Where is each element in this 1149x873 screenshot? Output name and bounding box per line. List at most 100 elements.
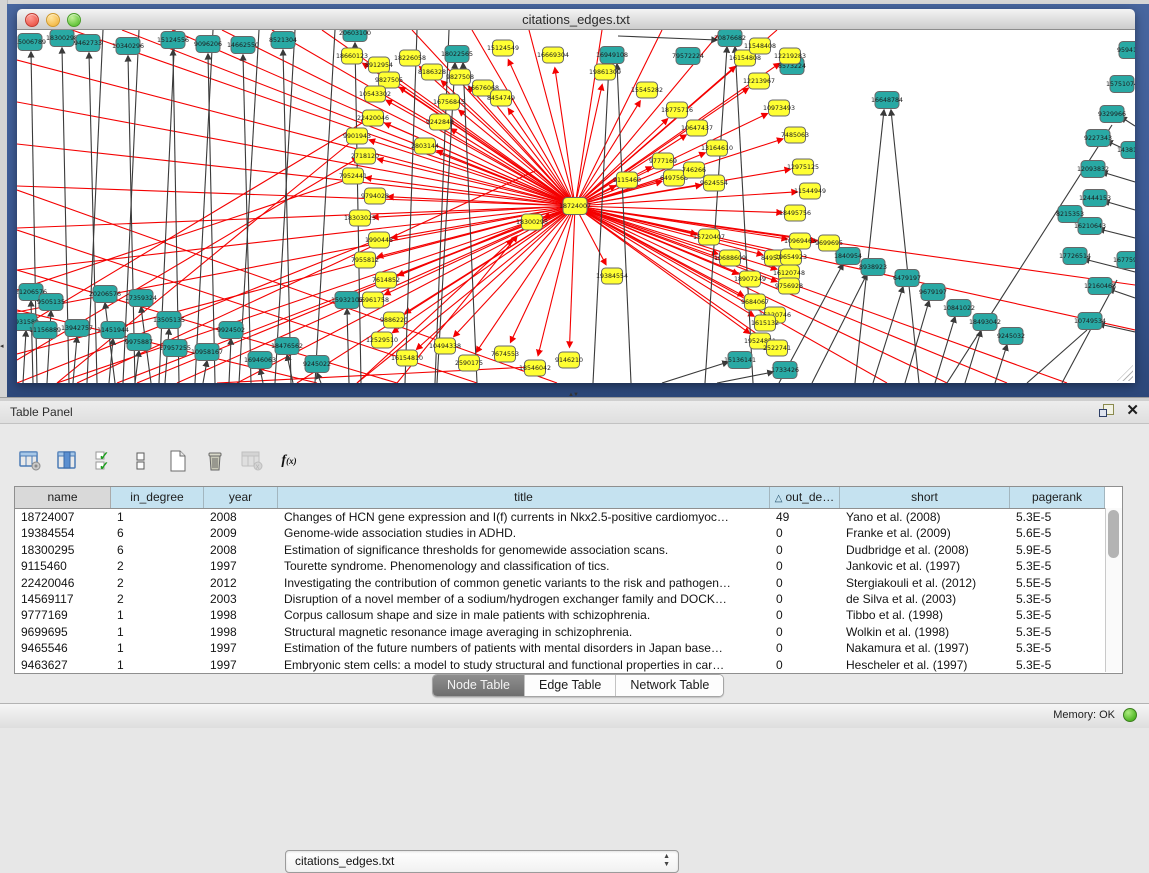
graph-node[interactable]: 15124556 xyxy=(157,32,189,49)
graph-node[interactable]: 19861309 xyxy=(589,64,621,80)
graph-node[interactable]: 14381540 xyxy=(1117,142,1135,159)
graph-node[interactable]: 1615132 xyxy=(751,315,779,331)
graph-node[interactable]: 10969463 xyxy=(784,233,816,249)
graph-node[interactable]: 10494338 xyxy=(429,338,461,354)
graph-node[interactable]: 18303025 xyxy=(344,210,376,226)
graph-node[interactable]: 9699695 xyxy=(815,235,843,251)
graph-node[interactable]: 9096206 xyxy=(194,36,222,53)
graph-node[interactable]: 16210643 xyxy=(1074,218,1106,235)
column-header-short[interactable]: short xyxy=(840,487,1010,508)
graph-node[interactable]: 20206576 xyxy=(89,286,121,303)
column-header-year[interactable]: year xyxy=(204,487,278,508)
function-builder-icon[interactable]: f(x) xyxy=(277,449,301,473)
graph-node[interactable]: 746266 xyxy=(682,162,706,178)
citation-network-graph[interactable]: 1500678918300298946273310340296151245569… xyxy=(17,30,1135,383)
graph-node[interactable]: 10973493 xyxy=(763,100,795,116)
graph-node[interactable]: 10340296 xyxy=(112,38,144,55)
new-column-icon[interactable] xyxy=(166,449,190,473)
graph-node[interactable]: 10841022 xyxy=(943,300,975,317)
graph-node[interactable]: 18724007 xyxy=(559,198,591,215)
column-header-title[interactable]: title xyxy=(278,487,770,508)
graph-node[interactable]: 2718120 xyxy=(351,148,379,164)
graph-node[interactable]: 15136141 xyxy=(724,352,756,369)
graph-node[interactable]: 9115460 xyxy=(613,172,641,188)
graph-node[interactable]: 16775934 xyxy=(1113,252,1135,269)
graph-node[interactable]: 9242848 xyxy=(426,114,454,130)
tab-node-table[interactable]: Node Table xyxy=(433,675,525,696)
graph-node[interactable]: 9684067 xyxy=(741,294,769,310)
graph-node[interactable]: 9886220 xyxy=(380,312,408,328)
graph-node[interactable]: 18022565 xyxy=(441,46,473,63)
table-selector-dropdown[interactable]: citations_edges.txt ▲▼ xyxy=(285,850,679,873)
graph-node[interactable]: 9924502 xyxy=(217,322,245,339)
graph-node[interactable]: 8521304 xyxy=(269,32,297,49)
graph-node[interactable]: 9624554 xyxy=(700,175,728,191)
graph-node[interactable]: 16946063 xyxy=(244,352,276,369)
graph-node[interactable]: 16648784 xyxy=(871,92,903,109)
graph-node[interactable]: 20876682 xyxy=(714,30,746,47)
graph-node[interactable]: 12444153 xyxy=(1079,190,1111,207)
tab-network-table[interactable]: Network Table xyxy=(616,675,723,696)
graph-node[interactable]: 11544949 xyxy=(794,183,826,199)
graph-node[interactable]: 17726514 xyxy=(1059,248,1091,265)
graph-node[interactable]: 9794028 xyxy=(361,188,389,204)
graph-node[interactable]: 17359324 xyxy=(125,290,157,307)
graph-node[interactable]: 18476562 xyxy=(271,338,303,355)
table-scrollbar[interactable] xyxy=(1105,508,1122,672)
graph-node[interactable]: 9756928 xyxy=(775,278,803,294)
graph-node[interactable]: 18546042 xyxy=(519,360,551,376)
graph-node[interactable]: 9329966 xyxy=(1098,106,1126,123)
graph-node[interactable]: 9245032 xyxy=(997,328,1025,345)
table-row[interactable]: 1938455462009Genome-wide association stu… xyxy=(15,525,1122,541)
graph-node[interactable]: 10958167 xyxy=(191,344,223,361)
select-rows-icon[interactable]: ✓✓ xyxy=(92,449,116,473)
graph-node[interactable]: 9975887 xyxy=(125,334,153,351)
graph-node[interactable]: 10688609 xyxy=(714,250,746,266)
column-header-in_degree[interactable]: in_degree xyxy=(111,487,204,508)
graph-node[interactable]: 10749534 xyxy=(1074,313,1106,330)
table-row[interactable]: 1830029562008Estimation of significance … xyxy=(15,542,1122,558)
graph-node[interactable]: 7955812 xyxy=(351,252,379,268)
row-height-icon[interactable] xyxy=(129,449,153,473)
table-row[interactable]: 969969511998Structural magnetic resonanc… xyxy=(15,624,1122,640)
graph-node[interactable]: 15720407 xyxy=(693,229,725,245)
graph-node[interactable]: 9901943 xyxy=(343,128,371,144)
column-header-out_degree[interactable]: △out_de… xyxy=(770,487,840,508)
table-row[interactable]: 1872400712008Changes of HCN gene express… xyxy=(15,509,1122,525)
graph-node[interactable]: 12160468 xyxy=(1084,278,1116,295)
graph-node[interactable]: 7674553 xyxy=(491,346,519,362)
graph-node[interactable]: 15751074 xyxy=(1106,76,1135,93)
graph-node[interactable]: 13942757 xyxy=(61,320,93,337)
column-visibility-icon[interactable] xyxy=(55,449,79,473)
graph-node[interactable]: 15124549 xyxy=(487,40,519,56)
graph-node[interactable]: 9777169 xyxy=(649,153,677,169)
graph-node[interactable]: 2590175 xyxy=(455,355,483,371)
memory-status-indicator[interactable] xyxy=(1123,708,1137,722)
graph-node[interactable]: 12093832 xyxy=(1077,161,1109,178)
graph-node[interactable]: 13505135 xyxy=(153,312,185,329)
graph-node[interactable]: 18660123 xyxy=(336,48,368,64)
graph-node[interactable]: 16669304 xyxy=(537,47,569,63)
graph-node[interactable]: 6479197 xyxy=(893,270,921,287)
graph-node[interactable]: 79572224 xyxy=(672,48,704,65)
graph-node[interactable]: 7485063 xyxy=(781,127,809,143)
scrollbar-thumb[interactable] xyxy=(1108,510,1119,558)
graph-node[interactable]: 9679197 xyxy=(919,284,947,301)
graph-node[interactable]: 18775716 xyxy=(661,102,693,118)
graph-node[interactable]: 13164610 xyxy=(701,140,733,156)
graph-node[interactable]: 9827508 xyxy=(446,69,474,85)
graph-node[interactable]: 9462733 xyxy=(74,35,102,52)
graph-node[interactable]: 18493042 xyxy=(969,314,1001,331)
graph-node[interactable]: 8186328 xyxy=(418,64,446,80)
graph-node[interactable]: 7614852 xyxy=(372,272,400,288)
graph-node[interactable]: 11451944 xyxy=(97,322,129,339)
graph-node[interactable]: 8454749 xyxy=(487,90,515,106)
graph-node[interactable]: 1733426 xyxy=(771,362,799,379)
tab-edge-table[interactable]: Edge Table xyxy=(525,675,616,696)
graph-node[interactable]: 17957255 xyxy=(159,340,191,357)
table-row[interactable]: 1456911722003Disruption of a novel membe… xyxy=(15,591,1122,607)
graph-node[interactable]: 12975125 xyxy=(787,159,819,175)
graph-node[interactable]: 18226058 xyxy=(394,50,426,66)
column-header-name[interactable]: name xyxy=(15,487,111,508)
delete-table-icon[interactable]: x xyxy=(240,449,264,473)
